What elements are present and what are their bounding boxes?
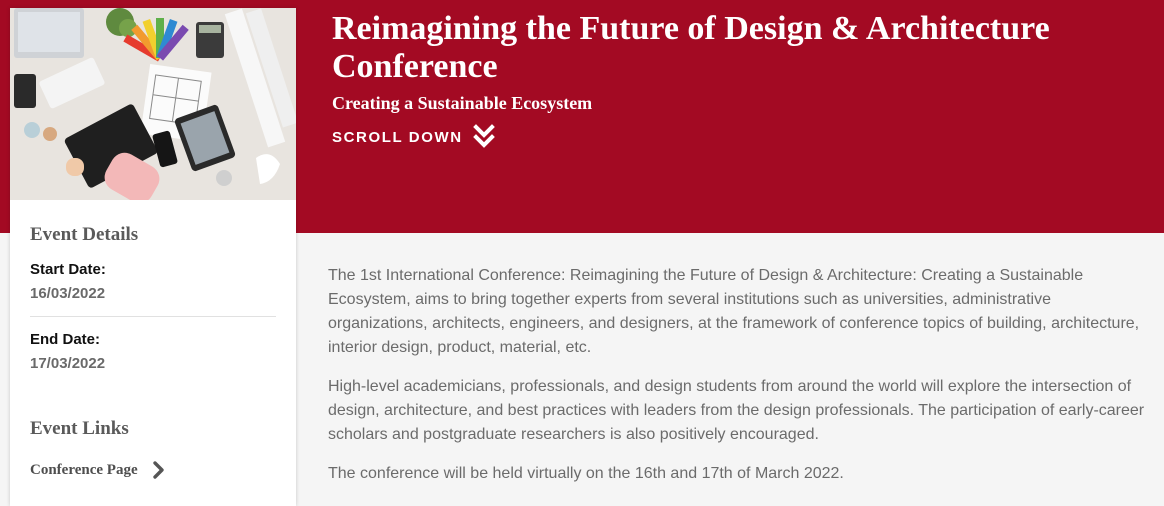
page-subtitle: Creating a Sustainable Ecosystem — [332, 93, 593, 113]
page-title: Reimagining the Future of Design & Archi… — [332, 10, 1050, 85]
design-workspace-image — [10, 8, 296, 200]
event-sidebar: Event Details Start Date: 16/03/2022 End… — [10, 8, 296, 506]
scroll-down-label: SCROLL DOWN — [332, 128, 463, 146]
start-date-value: 16/03/2022 — [30, 285, 106, 302]
event-description: The 1st International Conference: Reimag… — [328, 264, 1148, 501]
start-date-label: Start Date: — [30, 261, 106, 278]
event-links-heading: Event Links — [30, 418, 129, 439]
scroll-down-button[interactable]: SCROLL DOWN — [332, 124, 495, 150]
description-paragraph-1: The 1st International Conference: Reimag… — [328, 267, 1140, 356]
chevron-right-icon — [152, 461, 164, 479]
double-chevron-down-icon — [472, 124, 495, 148]
event-details-heading: Event Details — [30, 224, 139, 245]
description-paragraph-3: The conference will be held virtually on… — [328, 465, 844, 482]
end-date-label: End Date: — [30, 331, 101, 348]
description-paragraph-2: High-level academicians, professionals, … — [328, 378, 1145, 443]
conference-page-link[interactable]: Conference Page — [30, 460, 166, 480]
end-date-value: 17/03/2022 — [30, 355, 106, 372]
divider — [30, 316, 276, 317]
conference-page-link-label: Conference Page — [30, 461, 138, 478]
